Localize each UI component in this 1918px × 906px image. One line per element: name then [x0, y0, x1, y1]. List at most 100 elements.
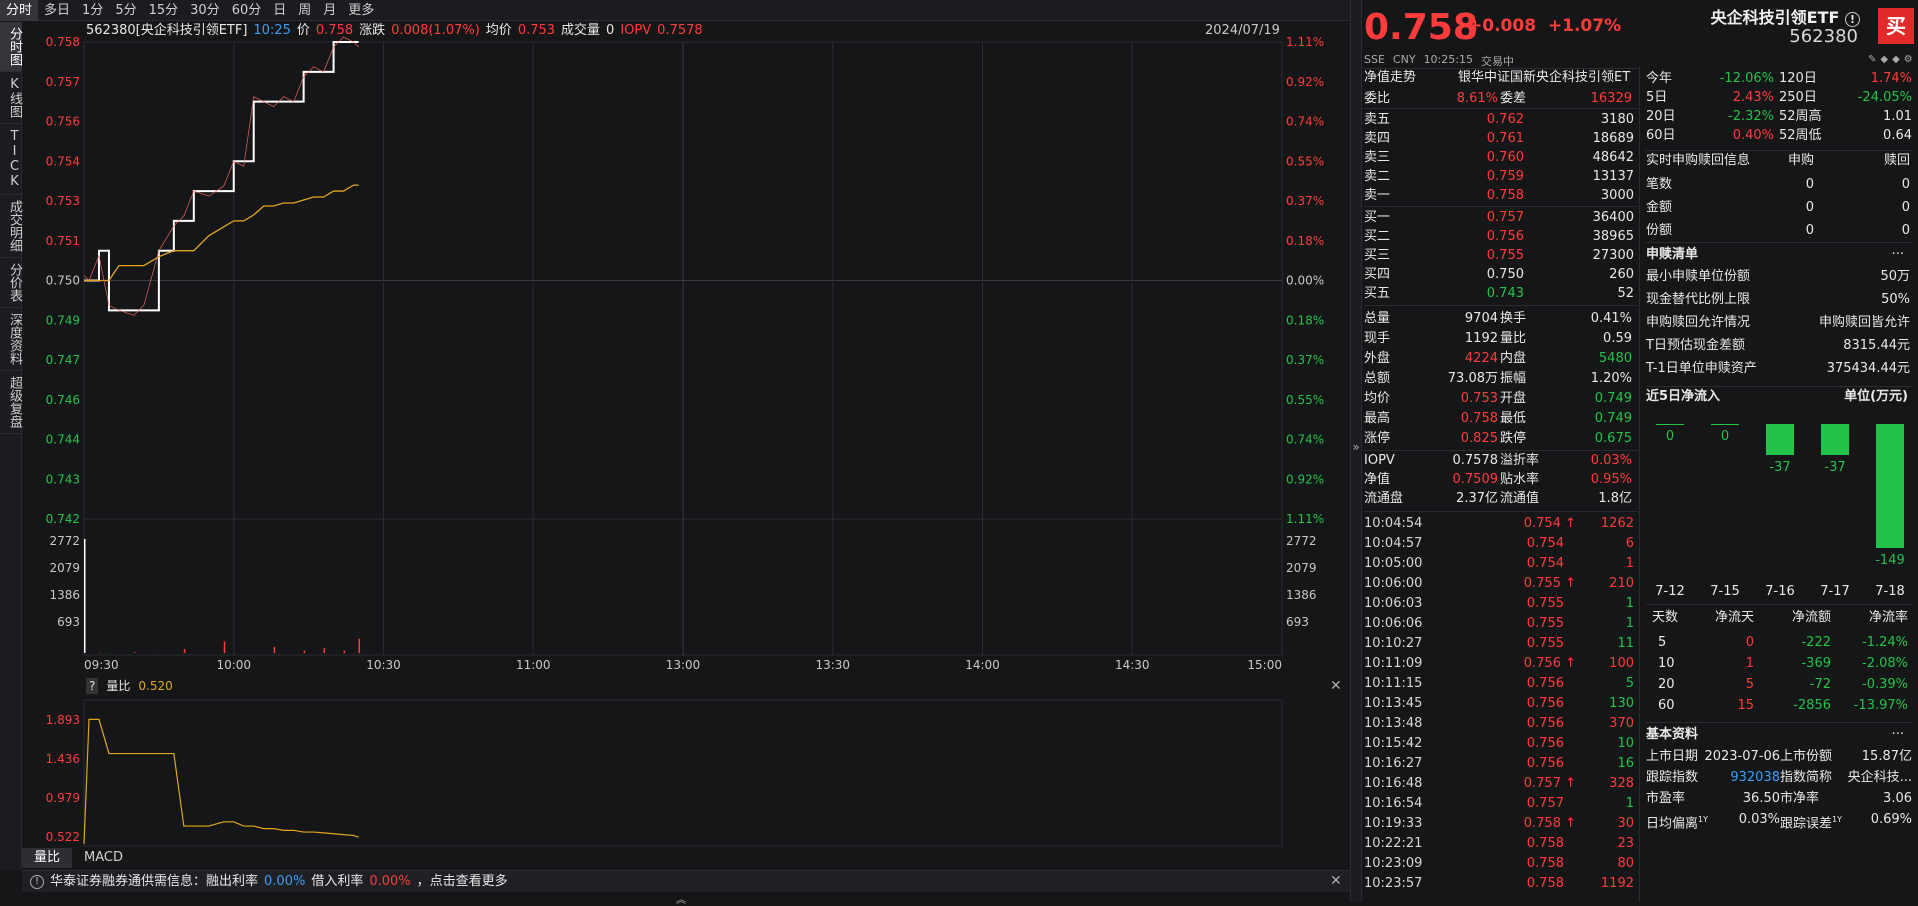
tick-time: 10:06:00	[1364, 574, 1422, 594]
tick-volume: 23	[1617, 834, 1634, 854]
tick-time: 10:13:48	[1364, 714, 1422, 734]
tick-price: 0.758	[1492, 834, 1576, 854]
stat-value: 9704	[1364, 310, 1498, 328]
sidebar-tab-1[interactable]: K线图	[0, 72, 22, 124]
expand-up-icon[interactable]: ︽	[676, 891, 686, 906]
news-rate2: 0.00%	[369, 871, 410, 892]
buy-button[interactable]: 买	[1878, 8, 1914, 44]
period-10[interactable]: 更多	[342, 0, 380, 21]
sub-tab-1[interactable]: MACD	[72, 848, 135, 868]
flow-bar-zero	[1711, 424, 1739, 425]
flow-unit: 单位(万元)	[1646, 388, 1908, 406]
period-5[interactable]: 30分	[184, 0, 226, 21]
tick-price: 0.757	[1492, 794, 1576, 814]
tick-time: 10:05:00	[1364, 554, 1422, 574]
price-tick-label: 0.756	[46, 115, 80, 129]
tick-row: 10:04:570.7546	[1364, 534, 1634, 554]
small-tool-icons[interactable]: ✎◆◆⚙	[1868, 54, 1917, 65]
period-3[interactable]: 5分	[109, 0, 142, 21]
period-4[interactable]: 15分	[143, 0, 185, 21]
basic-more: ···	[1646, 726, 1904, 744]
period-9[interactable]: 月	[317, 0, 342, 21]
tick-row: 10:06:060.7551	[1364, 614, 1634, 634]
sub-label: 量比	[106, 678, 130, 694]
divider	[1646, 722, 1912, 723]
stat-value: 0.749	[1500, 410, 1632, 428]
news-bar[interactable]: ! 华泰证券融券通供需信息：融出利率 0.00% 借入利率 0.00% ，点击查…	[22, 870, 1350, 892]
basic-value: 932038	[1646, 769, 1780, 787]
flow-date-label: 7-16	[1760, 583, 1800, 601]
time-tick-label: 13:00	[666, 658, 701, 672]
stat-value: 4224	[1364, 350, 1498, 368]
tick-row: 10:23:570.7581192	[1364, 874, 1634, 894]
tick-volume: 1	[1626, 794, 1634, 814]
time-tick-label: 13:30	[815, 658, 850, 672]
period-1[interactable]: 多日	[38, 0, 76, 21]
time-tick-label: 10:00	[216, 658, 251, 672]
flow-rate: -13.97%	[1646, 697, 1908, 715]
pct-tick-label: 0.18%	[1286, 313, 1324, 327]
collapse-panel[interactable]: »	[1350, 0, 1362, 902]
period-6[interactable]: 60分	[226, 0, 268, 21]
stat-value: 0.59	[1500, 330, 1632, 348]
pct-tick-label: 0.74%	[1286, 433, 1324, 447]
period-7[interactable]: 日	[267, 0, 292, 21]
help-icon[interactable]: ?	[86, 678, 98, 694]
price-tick-label: 0.743	[46, 472, 80, 486]
close-news-icon[interactable]: ✕	[1330, 873, 1342, 889]
sidebar-tab-2[interactable]: TICK	[0, 124, 22, 195]
tick-volume: 6	[1626, 534, 1634, 554]
tick-row: 10:05:000.7541	[1364, 554, 1634, 574]
sidebar-tab-6[interactable]: 超级复盘	[0, 371, 22, 434]
intraday-chart[interactable]: 0.7581.11%0.7570.92%0.7560.74%0.7540.55%…	[22, 22, 1350, 848]
basic-value: 0.69%	[1780, 811, 1912, 829]
tick-time: 10:10:27	[1364, 634, 1422, 654]
pct-tick-label: 0.92%	[1286, 75, 1324, 89]
sub-tab-0[interactable]: 量比	[22, 848, 72, 868]
period-0[interactable]: 分时	[0, 0, 38, 21]
tick-volume: 1262	[1601, 514, 1634, 534]
basic-value: 0.03%	[1646, 811, 1780, 829]
tick-row: 10:11:150.7565	[1364, 674, 1634, 694]
time-tick-label: 15:00	[1247, 658, 1282, 672]
sidebar-tab-5[interactable]: 深度资料	[0, 308, 22, 371]
tick-row: 10:22:210.75823	[1364, 834, 1634, 854]
period-2[interactable]: 1分	[76, 0, 109, 21]
sidebar-tab-0[interactable]: 分时图	[0, 22, 22, 72]
divider	[1646, 150, 1912, 151]
volume-bar	[324, 648, 326, 653]
volume-bar	[224, 641, 226, 653]
tick-time: 10:06:03	[1364, 594, 1422, 614]
stat-value: 1192	[1364, 330, 1498, 348]
price-tick-label: 0.758	[46, 35, 80, 49]
vol-tick-label: 693	[57, 615, 80, 629]
price-line	[84, 42, 359, 310]
etf-name: 央企科技引领ETF !	[1711, 4, 1860, 28]
period-8[interactable]: 周	[292, 0, 317, 21]
flow-bar	[1876, 424, 1904, 548]
tick-volume: 100	[1609, 654, 1634, 674]
tick-time: 10:11:15	[1364, 674, 1422, 694]
tick-volume: 1	[1626, 554, 1634, 574]
tick-price: 0.756	[1492, 734, 1576, 754]
news-text1: 华泰证券融券通供需信息：融出利率	[50, 871, 258, 892]
volume-bar	[134, 652, 136, 653]
pct-tick-label: 0.74%	[1286, 115, 1324, 129]
tick-price: 0.758	[1492, 874, 1576, 894]
sidebar-tab-4[interactable]: 分价表	[0, 258, 22, 308]
netvalue-label: 净值走势	[1364, 69, 1416, 87]
sidebar-tab-3[interactable]: 成交明细	[0, 195, 22, 258]
pct-tick-label: 0.18%	[1286, 234, 1324, 248]
perf-value: 2.43%	[1646, 89, 1774, 107]
weibi-value: 8.61%	[1364, 90, 1498, 108]
tick-price: 0.755 ↑	[1492, 574, 1576, 594]
alert-icon[interactable]: !	[1845, 12, 1860, 27]
period-toolbar: 分时多日1分5分15分30分60分日周月更多	[0, 0, 1350, 21]
pct-tick-label: 1.11%	[1286, 35, 1324, 49]
collapse-icon[interactable]: »	[1351, 440, 1361, 454]
tick-volume: 1	[1626, 614, 1634, 634]
close-sub-icon[interactable]: ✕	[1330, 678, 1342, 694]
sub-chart-frame	[84, 700, 1282, 846]
tick-price: 0.756	[1492, 694, 1576, 714]
tick-row: 10:16:270.75616	[1364, 754, 1634, 774]
